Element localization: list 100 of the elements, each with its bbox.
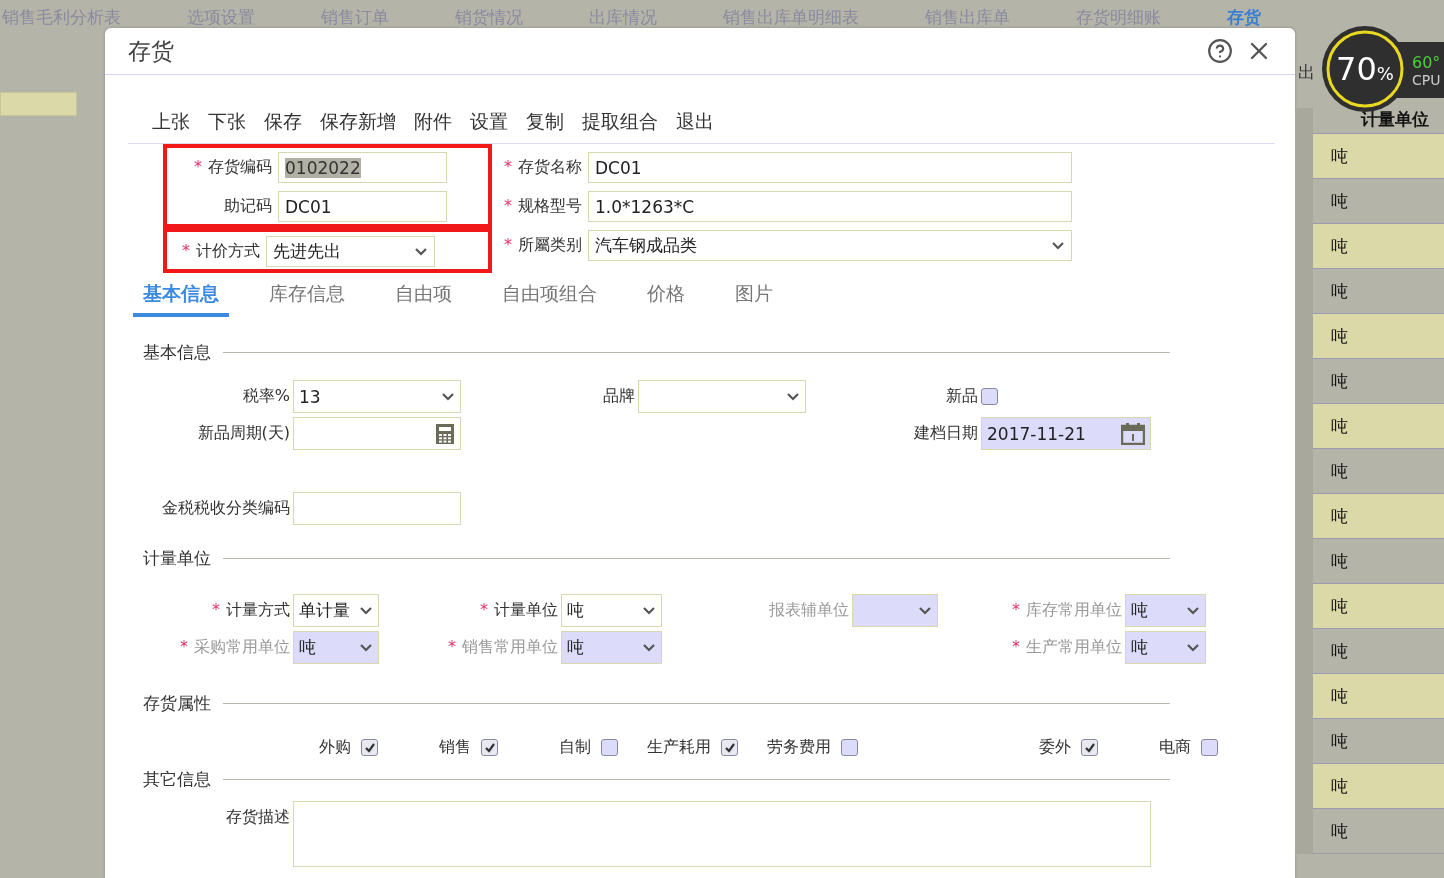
calculator-icon — [435, 422, 455, 445]
toolbar-button[interactable]: 退出 — [676, 109, 714, 135]
table-cell: 吨 — [1313, 764, 1444, 809]
input-field[interactable] — [293, 492, 461, 525]
toolbar-button[interactable]: 附件 — [414, 109, 452, 135]
toolbar-button[interactable]: 保存 — [264, 109, 302, 135]
chevron-down-icon — [918, 605, 932, 616]
cpu-label: CPU — [1412, 71, 1442, 88]
table-cell: 吨 — [1313, 584, 1444, 629]
dropdown-field[interactable] — [638, 380, 806, 413]
checkmark-icon — [483, 741, 496, 754]
chevron-down-icon — [786, 391, 800, 402]
section-title: 其它信息 — [143, 768, 211, 791]
field-label: 助记码 — [223, 196, 272, 217]
field-label: 金税税收分类编码 — [161, 498, 290, 519]
table-cell: 吨 — [1313, 134, 1444, 179]
chevron-down-icon — [359, 642, 373, 653]
toolbar-button[interactable]: 上张 — [152, 109, 190, 135]
help-button[interactable] — [1207, 38, 1233, 64]
table-cell: 吨 — [1313, 314, 1444, 359]
tab[interactable]: 价格 — [637, 281, 695, 317]
checkbox-label: 外购 — [319, 737, 351, 758]
chevron-down-icon — [441, 391, 455, 402]
input-field[interactable]: 1.0*1263*C — [588, 191, 1072, 222]
calendar-icon — [1121, 422, 1145, 445]
checkmark-icon — [363, 741, 376, 754]
checkbox-label: 劳务费用 — [767, 737, 831, 758]
field-label: * 计价方式 — [181, 241, 260, 262]
dropdown-field[interactable]: 先进先出 — [266, 236, 435, 267]
number-field[interactable] — [293, 417, 461, 450]
checkbox[interactable] — [1201, 739, 1218, 756]
checkmark-icon — [1083, 741, 1096, 754]
field-label: * 计量方式 — [211, 600, 290, 621]
checkbox[interactable] — [361, 739, 378, 756]
dialog-title: 存货 — [128, 36, 175, 66]
field-label: * 计量单位 — [479, 600, 558, 621]
chevron-down-icon — [1186, 605, 1200, 616]
checkbox-label: 自制 — [559, 737, 591, 758]
checkmark-icon — [723, 741, 736, 754]
section-title: 基本信息 — [143, 341, 211, 364]
checkbox[interactable] — [481, 739, 498, 756]
chevron-down-icon — [642, 642, 656, 653]
input-field[interactable] — [0, 92, 77, 116]
field-label: 品牌 — [602, 386, 635, 407]
checkbox[interactable] — [601, 739, 618, 756]
chevron-down-icon — [359, 605, 373, 616]
text-area[interactable] — [293, 801, 1151, 867]
field-label: * 存货编码 — [193, 157, 272, 178]
checkbox-label: 电商 — [1159, 737, 1191, 758]
field-label: * 采购常用单位 — [179, 637, 290, 658]
checkbox-label: 销售 — [439, 737, 471, 758]
dropdown-field[interactable]: 13 — [293, 380, 461, 413]
field-label: 税率% — [241, 386, 290, 407]
field-label: * 库存常用单位 — [1011, 600, 1122, 621]
field-label: * 生产常用单位 — [1011, 637, 1122, 658]
checkbox-label: 委外 — [1039, 737, 1071, 758]
table-cell: 吨 — [1313, 224, 1444, 269]
field-label: 新品周期(天) — [196, 423, 290, 444]
checkbox[interactable] — [721, 739, 738, 756]
dropdown-field[interactable]: 吨 — [561, 594, 662, 627]
tab[interactable]: 自由项组合 — [492, 281, 607, 317]
field-label: 存货描述 — [225, 806, 290, 828]
dropdown-field[interactable]: 汽车钢成品类 — [588, 230, 1072, 261]
toolbar-button[interactable]: 保存新增 — [320, 109, 396, 135]
field-label: * 存货名称 — [503, 157, 582, 178]
table-cell: 吨 — [1313, 674, 1444, 719]
toolbar-button[interactable]: 提取组合 — [582, 109, 658, 135]
section-title: 计量单位 — [143, 547, 211, 570]
tab[interactable]: 基本信息 — [133, 281, 229, 317]
input-field[interactable]: 0102022 — [278, 152, 447, 183]
tab[interactable]: 自由项 — [385, 281, 462, 317]
chevron-down-icon — [642, 605, 656, 616]
table-cell: 吨 — [1313, 404, 1444, 449]
field-label: * 所屬类别 — [503, 235, 582, 256]
toolbar-label: 出 — [1298, 62, 1315, 82]
chevron-down-icon — [414, 246, 428, 257]
input-field[interactable]: DC01 — [588, 152, 1072, 183]
input-field[interactable]: DC01 — [278, 191, 447, 222]
chevron-down-icon — [1186, 642, 1200, 653]
field-label: 建档日期 — [913, 423, 978, 444]
cpu-usage: 70% — [1336, 50, 1394, 88]
field-label: 新品 — [945, 386, 978, 407]
section-title: 存货属性 — [143, 692, 211, 715]
tab[interactable]: 图片 — [725, 281, 783, 317]
toolbar-button[interactable]: 设置 — [470, 109, 508, 135]
toolbar-button[interactable]: 复制 — [526, 109, 564, 135]
checkbox[interactable] — [1081, 739, 1098, 756]
date-field[interactable]: 2017-11-21 — [981, 417, 1151, 450]
checkbox[interactable] — [981, 388, 998, 405]
field-label: * 销售常用单位 — [447, 637, 558, 658]
field-label: 报表辅单位 — [768, 600, 849, 621]
temperature-reading: 60° — [1412, 52, 1442, 72]
toolbar-button[interactable]: 下张 — [208, 109, 246, 135]
checkbox-label: 生产耗用 — [647, 737, 711, 758]
tab[interactable]: 库存信息 — [259, 281, 355, 317]
dropdown-field[interactable]: 单计量 — [293, 594, 379, 627]
checkbox[interactable] — [841, 739, 858, 756]
chevron-down-icon — [1051, 240, 1065, 251]
table-cell: 吨 — [1313, 494, 1444, 539]
field-label: * 规格型号 — [503, 196, 582, 217]
